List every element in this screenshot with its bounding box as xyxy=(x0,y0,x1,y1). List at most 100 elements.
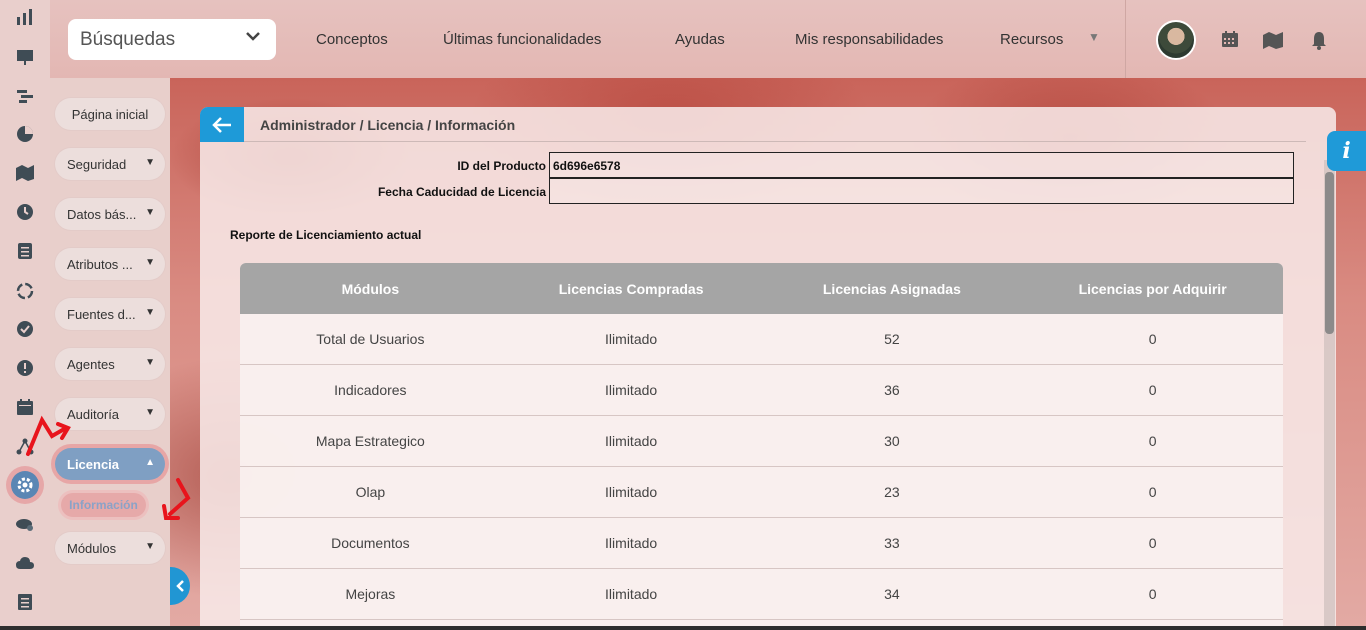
menu-item-datos-basicos[interactable]: Datos bás... ▼ xyxy=(55,198,165,230)
nav-mis-responsabilidades[interactable]: Mis responsabilidades xyxy=(795,31,943,48)
search-label: Búsquedas xyxy=(80,28,176,50)
table-cell: 36 xyxy=(884,382,900,398)
nav-recursos[interactable]: Recursos xyxy=(1000,31,1063,48)
caret-down-icon: ▼ xyxy=(145,257,155,268)
bar-chart-icon[interactable] xyxy=(11,3,39,31)
icon-rail xyxy=(0,0,50,630)
menu-item-seguridad[interactable]: Seguridad ▼ xyxy=(55,148,165,180)
table-cell: Indicadores xyxy=(334,382,407,398)
table-cell: Ilimitado xyxy=(605,433,658,449)
gantt-icon[interactable] xyxy=(11,82,39,110)
table-cell: 0 xyxy=(1148,535,1157,551)
caret-down-icon: ▼ xyxy=(145,357,155,368)
menu-item-label: Fuentes d... xyxy=(67,306,136,322)
caret-down-icon: ▼ xyxy=(145,407,155,418)
gear-icon[interactable] xyxy=(11,471,39,499)
submenu-item-informacion[interactable]: Información xyxy=(61,493,146,517)
table-cell: Ilimitado xyxy=(605,382,658,398)
caret-down-icon: ▼ xyxy=(145,207,155,218)
table-cell: 0 xyxy=(1148,433,1157,449)
scrollbar-thumb[interactable] xyxy=(1325,172,1334,334)
annotation-arrow-icon xyxy=(162,478,191,520)
table-row: Olap Ilimitado 23 0 xyxy=(240,467,1283,518)
list-icon[interactable] xyxy=(11,237,39,265)
menu-item-label: Seguridad xyxy=(67,156,127,172)
menu-home-button[interactable]: Página inicial xyxy=(55,98,165,130)
check-icon[interactable] xyxy=(11,315,39,343)
table-cell: Olap xyxy=(355,484,386,500)
menu-item-label: Atributos ... xyxy=(67,256,133,272)
cycle-icon[interactable] xyxy=(11,277,39,305)
table-cell: Ilimitado xyxy=(605,484,658,500)
license-expiry-label: Fecha Caducidad de Licencia xyxy=(377,185,546,199)
cloud-gear-icon[interactable] xyxy=(11,510,39,538)
menu-item-label: Módulos xyxy=(67,540,117,556)
menu-item-label: Agentes xyxy=(67,356,115,372)
clock-icon[interactable] xyxy=(11,198,39,226)
table-cell: 52 xyxy=(884,331,900,347)
map-icon[interactable] xyxy=(1262,30,1284,52)
nav-conceptos[interactable]: Conceptos xyxy=(316,31,388,48)
caret-down-icon[interactable]: ▼ xyxy=(1088,30,1100,44)
chevron-down-icon xyxy=(244,27,262,50)
nav-ayudas[interactable]: Ayudas xyxy=(675,31,725,48)
table-cell: 34 xyxy=(884,586,900,602)
table-cell: 0 xyxy=(1148,382,1157,398)
menu-item-label: Auditoría xyxy=(67,406,120,422)
menu-item-atributos[interactable]: Atributos ... ▼ xyxy=(55,248,165,280)
table-cell: 33 xyxy=(884,535,900,551)
top-bar-divider xyxy=(1125,0,1126,78)
menu-home-label: Página inicial xyxy=(71,106,149,122)
caret-down-icon: ▼ xyxy=(145,157,155,168)
calendar-icon[interactable] xyxy=(1219,30,1241,52)
bell-icon[interactable] xyxy=(1308,30,1330,52)
submenu-item-label: Información xyxy=(69,498,138,512)
table-cell: Ilimitado xyxy=(605,331,658,347)
column-header: Licencias Asignadas xyxy=(822,280,961,297)
table-row: Documentos Ilimitado 33 0 xyxy=(240,518,1283,569)
report-title: Reporte de Licenciamiento actual xyxy=(230,228,422,242)
nav-ultimas-funcionalidades[interactable]: Últimas funcionalidades xyxy=(443,31,601,48)
map-icon[interactable] xyxy=(11,159,39,187)
menu-item-modulos[interactable]: Módulos ▼ xyxy=(55,532,165,564)
table-cell: 0 xyxy=(1148,586,1157,602)
table-cell: 0 xyxy=(1148,484,1157,500)
menu-item-fuentes[interactable]: Fuentes d... ▼ xyxy=(55,298,165,330)
table-cell: Mapa Estrategico xyxy=(315,433,425,449)
menu-item-label: Licencia xyxy=(67,456,120,472)
column-header: Licencias por Adquirir xyxy=(1078,280,1227,297)
table-cell: Documentos xyxy=(331,535,410,551)
table-cell: 23 xyxy=(884,484,900,500)
table-row: Total de Usuarios Ilimitado 52 0 xyxy=(240,314,1283,365)
document-list-icon[interactable] xyxy=(11,588,39,616)
license-expiry-field xyxy=(549,178,1294,204)
back-button[interactable] xyxy=(200,107,244,142)
bottom-edge xyxy=(0,626,1366,630)
license-table: Módulos Licencias Compradas Licencias As… xyxy=(240,263,1283,630)
menu-item-agentes[interactable]: Agentes ▼ xyxy=(55,348,165,380)
annotation-arrow-icon xyxy=(26,415,71,456)
product-id-field: 6d696e6578 xyxy=(549,152,1294,178)
breadcrumb-divider xyxy=(244,141,1306,142)
column-header: Módulos xyxy=(341,280,400,297)
caret-up-icon: ▲ xyxy=(145,457,155,468)
presentation-icon[interactable] xyxy=(11,43,39,71)
breadcrumb: Administrador / Licencia / Información xyxy=(260,117,516,133)
table-row: Mejoras Ilimitado 34 0 xyxy=(240,569,1283,620)
table-cell: 30 xyxy=(884,433,900,449)
cloud-icon[interactable] xyxy=(11,549,39,577)
table-header: Módulos Licencias Compradas Licencias As… xyxy=(240,263,1283,314)
table-cell: Ilimitado xyxy=(605,535,658,551)
avatar[interactable] xyxy=(1156,20,1196,60)
table-cell: Total de Usuarios xyxy=(316,331,425,347)
menu-item-label: Datos bás... xyxy=(67,206,137,222)
pie-chart-icon[interactable] xyxy=(11,120,39,148)
table-cell: Mejoras xyxy=(345,586,396,602)
info-icon[interactable]: i xyxy=(1327,131,1366,171)
warning-icon[interactable] xyxy=(11,354,39,382)
table-cell: 0 xyxy=(1148,331,1157,347)
caret-down-icon: ▼ xyxy=(145,541,155,552)
table-row: Indicadores Ilimitado 36 0 xyxy=(240,365,1283,416)
search-dropdown[interactable]: Búsquedas xyxy=(68,19,276,60)
column-header: Licencias Compradas xyxy=(558,280,704,297)
